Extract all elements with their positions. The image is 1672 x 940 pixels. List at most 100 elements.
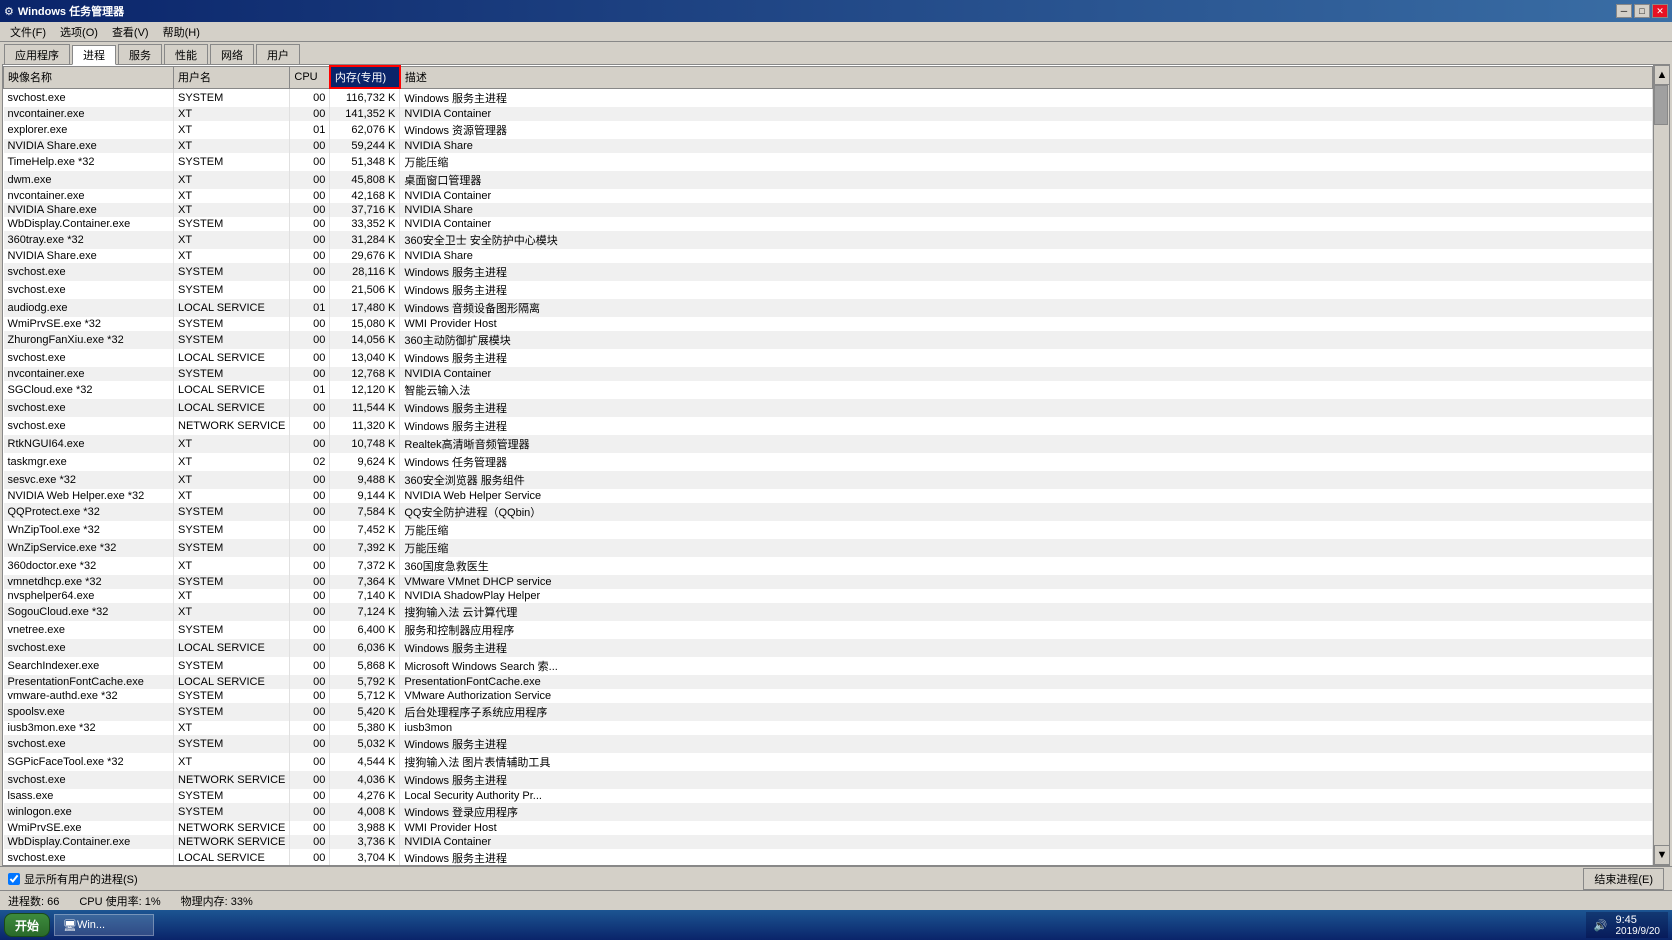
table-row[interactable]: TimeHelp.exe *32 SYSTEM 00 51,348 K 万能压缩 (4, 153, 1653, 171)
table-row[interactable]: nvcontainer.exe XT 00 141,352 K NVIDIA C… (4, 107, 1653, 121)
table-row[interactable]: taskmgr.exe XT 02 9,624 K Windows 任务管理器 (4, 453, 1653, 471)
col-header-cpu[interactable]: CPU (290, 66, 330, 88)
cell-name: ZhurongFanXiu.exe *32 (4, 331, 174, 349)
cell-name: svchost.exe (4, 639, 174, 657)
show-all-users-label[interactable]: 显示所有用户的进程(S) (8, 871, 138, 887)
menu-help[interactable]: 帮助(H) (157, 22, 206, 42)
end-task-button[interactable]: 结束进程(E) (1583, 868, 1664, 890)
table-row[interactable]: svchost.exe SYSTEM 00 5,032 K Windows 服务… (4, 735, 1653, 753)
scrollbar-thumb[interactable] (1654, 85, 1668, 125)
table-row[interactable]: ZhurongFanXiu.exe *32 SYSTEM 00 14,056 K… (4, 331, 1653, 349)
table-row[interactable]: 360doctor.exe *32 XT 00 7,372 K 360国度急救医… (4, 557, 1653, 575)
table-row[interactable]: SGCloud.exe *32 LOCAL SERVICE 01 12,120 … (4, 381, 1653, 399)
cell-cpu: 00 (290, 721, 330, 735)
table-row[interactable]: PresentationFontCache.exe LOCAL SERVICE … (4, 675, 1653, 689)
tab-performance[interactable]: 性能 (164, 44, 208, 64)
tab-services[interactable]: 服务 (118, 44, 162, 64)
cell-mem: 4,544 K (330, 753, 400, 771)
table-row[interactable]: WnZipService.exe *32 SYSTEM 00 7,392 K 万… (4, 539, 1653, 557)
taskbar-window-item[interactable]: 🖥 Win... (54, 914, 154, 936)
table-row[interactable]: NVIDIA Share.exe XT 00 37,716 K NVIDIA S… (4, 203, 1653, 217)
table-row[interactable]: SGPicFaceTool.exe *32 XT 00 4,544 K 搜狗输入… (4, 753, 1653, 771)
cell-name: WnZipTool.exe *32 (4, 521, 174, 539)
cell-user: SYSTEM (174, 88, 290, 107)
maximize-button[interactable]: □ (1634, 4, 1650, 18)
table-row[interactable]: vmnetdhcp.exe *32 SYSTEM 00 7,364 K VMwa… (4, 575, 1653, 589)
table-row[interactable]: nvcontainer.exe XT 00 42,168 K NVIDIA Co… (4, 189, 1653, 203)
table-row[interactable]: sesvc.exe *32 XT 00 9,488 K 360安全浏览器 服务组… (4, 471, 1653, 489)
table-row[interactable]: RtkNGUI64.exe XT 00 10,748 K Realtek高清晰音… (4, 435, 1653, 453)
table-row[interactable]: explorer.exe XT 01 62,076 K Windows 资源管理… (4, 121, 1653, 139)
cell-user: LOCAL SERVICE (174, 349, 290, 367)
menu-view[interactable]: 查看(V) (106, 22, 155, 42)
table-row[interactable]: SogouCloud.exe *32 XT 00 7,124 K 搜狗输入法 云… (4, 603, 1653, 621)
start-button[interactable]: 开始 (4, 913, 50, 937)
close-button[interactable]: ✕ (1652, 4, 1668, 18)
cell-cpu: 00 (290, 521, 330, 539)
cell-cpu: 00 (290, 503, 330, 521)
table-row[interactable]: svchost.exe SYSTEM 00 116,732 K Windows … (4, 88, 1653, 107)
table-row[interactable]: NVIDIA Share.exe XT 00 59,244 K NVIDIA S… (4, 139, 1653, 153)
cell-name: NVIDIA Share.exe (4, 203, 174, 217)
show-all-users-checkbox[interactable] (8, 873, 20, 885)
table-row[interactable]: svchost.exe SYSTEM 00 28,116 K Windows 服… (4, 263, 1653, 281)
table-row[interactable]: svchost.exe LOCAL SERVICE 00 6,036 K Win… (4, 639, 1653, 657)
table-row[interactable]: WbDisplay.Container.exe SYSTEM 00 33,352… (4, 217, 1653, 231)
table-row[interactable]: WnZipTool.exe *32 SYSTEM 00 7,452 K 万能压缩 (4, 521, 1653, 539)
cell-desc: iusb3mon (400, 721, 1653, 735)
table-row[interactable]: svchost.exe NETWORK SERVICE 00 4,036 K W… (4, 771, 1653, 789)
menu-options[interactable]: 选项(O) (54, 22, 104, 42)
cell-name: WmiPrvSE.exe (4, 821, 174, 835)
col-header-user[interactable]: 用户名 (174, 66, 290, 88)
table-wrapper[interactable]: 映像名称 用户名 CPU 内存(专用) 描述 svchost.exe SYSTE… (3, 65, 1653, 865)
title-bar-left: ⚙ Windows 任务管理器 (4, 3, 124, 19)
tab-processes[interactable]: 进程 (72, 45, 116, 65)
table-row[interactable]: NVIDIA Share.exe XT 00 29,676 K NVIDIA S… (4, 249, 1653, 263)
scrollbar-track[interactable] (1654, 85, 1669, 845)
table-row[interactable]: SearchIndexer.exe SYSTEM 00 5,868 K Micr… (4, 657, 1653, 675)
table-row[interactable]: iusb3mon.exe *32 XT 00 5,380 K iusb3mon (4, 721, 1653, 735)
table-row[interactable]: WbDisplay.Container.exe NETWORK SERVICE … (4, 835, 1653, 849)
tab-applications[interactable]: 应用程序 (4, 44, 70, 64)
table-row[interactable]: winlogon.exe SYSTEM 00 4,008 K Windows 登… (4, 803, 1653, 821)
cell-user: XT (174, 189, 290, 203)
tab-users[interactable]: 用户 (256, 44, 300, 64)
cell-mem: 7,392 K (330, 539, 400, 557)
table-row[interactable]: spoolsv.exe SYSTEM 00 5,420 K 后台处理程序子系统应… (4, 703, 1653, 721)
table-row[interactable]: svchost.exe LOCAL SERVICE 00 11,544 K Wi… (4, 399, 1653, 417)
cell-cpu: 00 (290, 171, 330, 189)
col-header-desc[interactable]: 描述 (400, 66, 1653, 88)
table-row[interactable]: WmiPrvSE.exe NETWORK SERVICE 00 3,988 K … (4, 821, 1653, 835)
cell-user: XT (174, 471, 290, 489)
cell-mem: 4,276 K (330, 789, 400, 803)
col-header-mem[interactable]: 内存(专用) (330, 66, 400, 88)
table-row[interactable]: dwm.exe XT 00 45,808 K 桌面窗口管理器 (4, 171, 1653, 189)
cell-cpu: 00 (290, 435, 330, 453)
scrollbar-down[interactable]: ▼ (1654, 845, 1669, 865)
minimize-button[interactable]: ─ (1616, 4, 1632, 18)
table-row[interactable]: lsass.exe SYSTEM 00 4,276 K Local Securi… (4, 789, 1653, 803)
table-row[interactable]: svchost.exe SYSTEM 00 21,506 K Windows 服… (4, 281, 1653, 299)
table-row[interactable]: vmware-authd.exe *32 SYSTEM 00 5,712 K V… (4, 689, 1653, 703)
col-header-name[interactable]: 映像名称 (4, 66, 174, 88)
table-row[interactable]: NVIDIA Web Helper.exe *32 XT 00 9,144 K … (4, 489, 1653, 503)
scrollbar-up[interactable]: ▲ (1654, 65, 1669, 85)
cell-cpu: 00 (290, 703, 330, 721)
cell-user: XT (174, 249, 290, 263)
menu-file[interactable]: 文件(F) (4, 22, 52, 42)
table-row[interactable]: 360tray.exe *32 XT 00 31,284 K 360安全卫士 安… (4, 231, 1653, 249)
table-row[interactable]: svchost.exe NETWORK SERVICE 00 11,320 K … (4, 417, 1653, 435)
table-row[interactable]: nvsphelper64.exe XT 00 7,140 K NVIDIA Sh… (4, 589, 1653, 603)
table-row[interactable]: nvcontainer.exe SYSTEM 00 12,768 K NVIDI… (4, 367, 1653, 381)
cell-name: NVIDIA Share.exe (4, 139, 174, 153)
table-row[interactable]: QQProtect.exe *32 SYSTEM 00 7,584 K QQ安全… (4, 503, 1653, 521)
table-row[interactable]: svchost.exe LOCAL SERVICE 00 3,704 K Win… (4, 849, 1653, 866)
tab-network[interactable]: 网络 (210, 44, 254, 64)
table-row[interactable]: audiodg.exe LOCAL SERVICE 01 17,480 K Wi… (4, 299, 1653, 317)
table-row[interactable]: svchost.exe LOCAL SERVICE 00 13,040 K Wi… (4, 349, 1653, 367)
scrollbar[interactable]: ▲ ▼ (1653, 65, 1669, 865)
table-row[interactable]: vnetree.exe SYSTEM 00 6,400 K 服务和控制器应用程序 (4, 621, 1653, 639)
table-row[interactable]: WmiPrvSE.exe *32 SYSTEM 00 15,080 K WMI … (4, 317, 1653, 331)
cell-cpu: 00 (290, 217, 330, 231)
cell-cpu: 00 (290, 107, 330, 121)
